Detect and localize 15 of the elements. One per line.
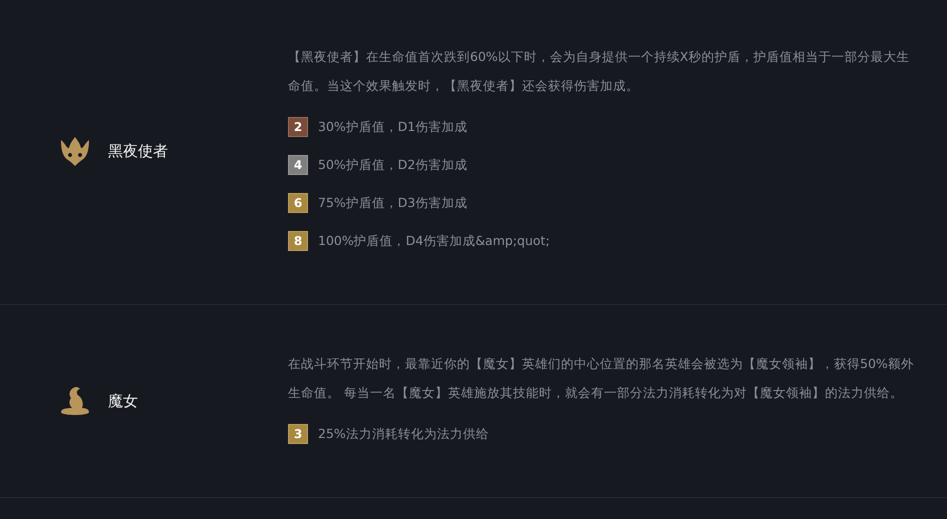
tier-count-badge: 8: [288, 231, 308, 251]
tier-effect: 25%法力消耗转化为法力供给: [318, 426, 489, 442]
trait-name: 魔女: [108, 392, 138, 410]
trait-description: 在战斗环节开始时，最靠近你的【魔女】英雄们的中心位置的那名英雄会被选为【魔女领袖】，获得50%额外生命值。 每当一名【魔女】英雄施放其技能时，就会有一部分法力消耗转化为对【魔女领袖】的法力供给。: [288, 355, 915, 402]
tier-effect: 100%护盾值，D4伤害加成&amp;quot;: [318, 232, 550, 250]
tier-effect: 75%护盾值，D3伤害加成: [318, 194, 468, 212]
tier-count-badge: 4: [288, 155, 308, 175]
tier-count-badge: 2: [288, 117, 308, 137]
trait-description: 【黑夜使者】在生命值首次跌到60%以下时，会为自身提供一个持续X秒的护盾，护盾值相当于一部分最大生命值。当这个效果触发时，【黑夜使者】还会获得伤害加成。: [288, 48, 910, 95]
trait-name: 黑夜使者: [108, 142, 168, 160]
hat-icon: [58, 384, 92, 418]
tier-effect: 30%护盾值，D1伤害加成: [318, 118, 468, 136]
tier-count-badge: 6: [288, 193, 308, 213]
tier-effect: 50%护盾值，D2伤害加成: [318, 156, 468, 174]
tier-count-badge: 3: [288, 424, 308, 444]
